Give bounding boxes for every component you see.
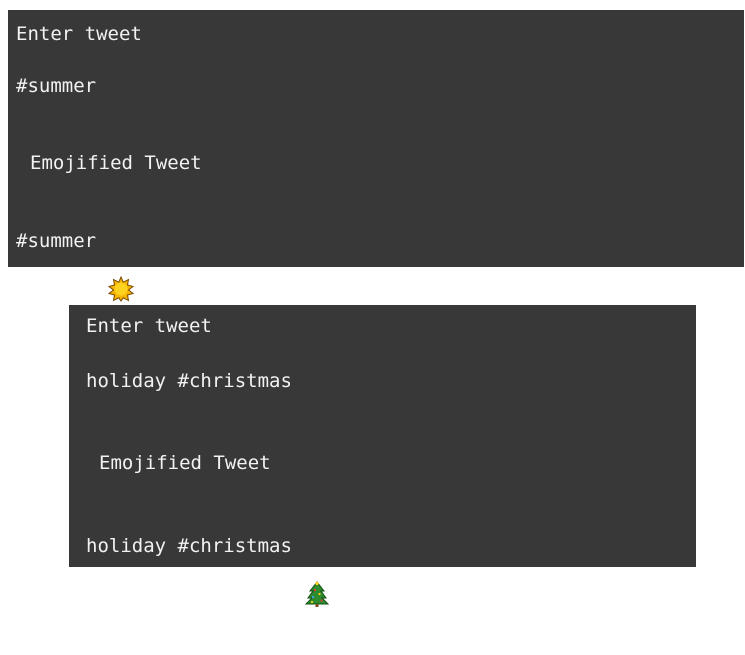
emojified-tweet-output: holiday #christmas	[86, 533, 330, 607]
emojified-tweet-text: holiday #christmas	[86, 535, 292, 557]
console-panel-christmas: Enter tweet holiday #christmas Emojified…	[69, 305, 696, 607]
enter-tweet-prompt: Enter tweet	[16, 23, 142, 45]
tweet-input-text: holiday #christmas	[86, 370, 292, 392]
emojified-tweet-text: #summer	[16, 230, 97, 252]
emojified-tweet-output: #summer	[16, 228, 135, 302]
tweet-input-text: #summer	[16, 75, 97, 97]
emojified-tweet-heading: Emojified Tweet	[30, 152, 202, 174]
christmas-tree-icon	[304, 533, 330, 607]
console-panel-summer: Enter tweet #summer Emojified Tweet #sum…	[8, 10, 744, 302]
enter-tweet-prompt: Enter tweet	[86, 315, 212, 337]
emojified-tweet-heading: Emojified Tweet	[99, 452, 271, 474]
sun-icon	[108, 228, 135, 302]
